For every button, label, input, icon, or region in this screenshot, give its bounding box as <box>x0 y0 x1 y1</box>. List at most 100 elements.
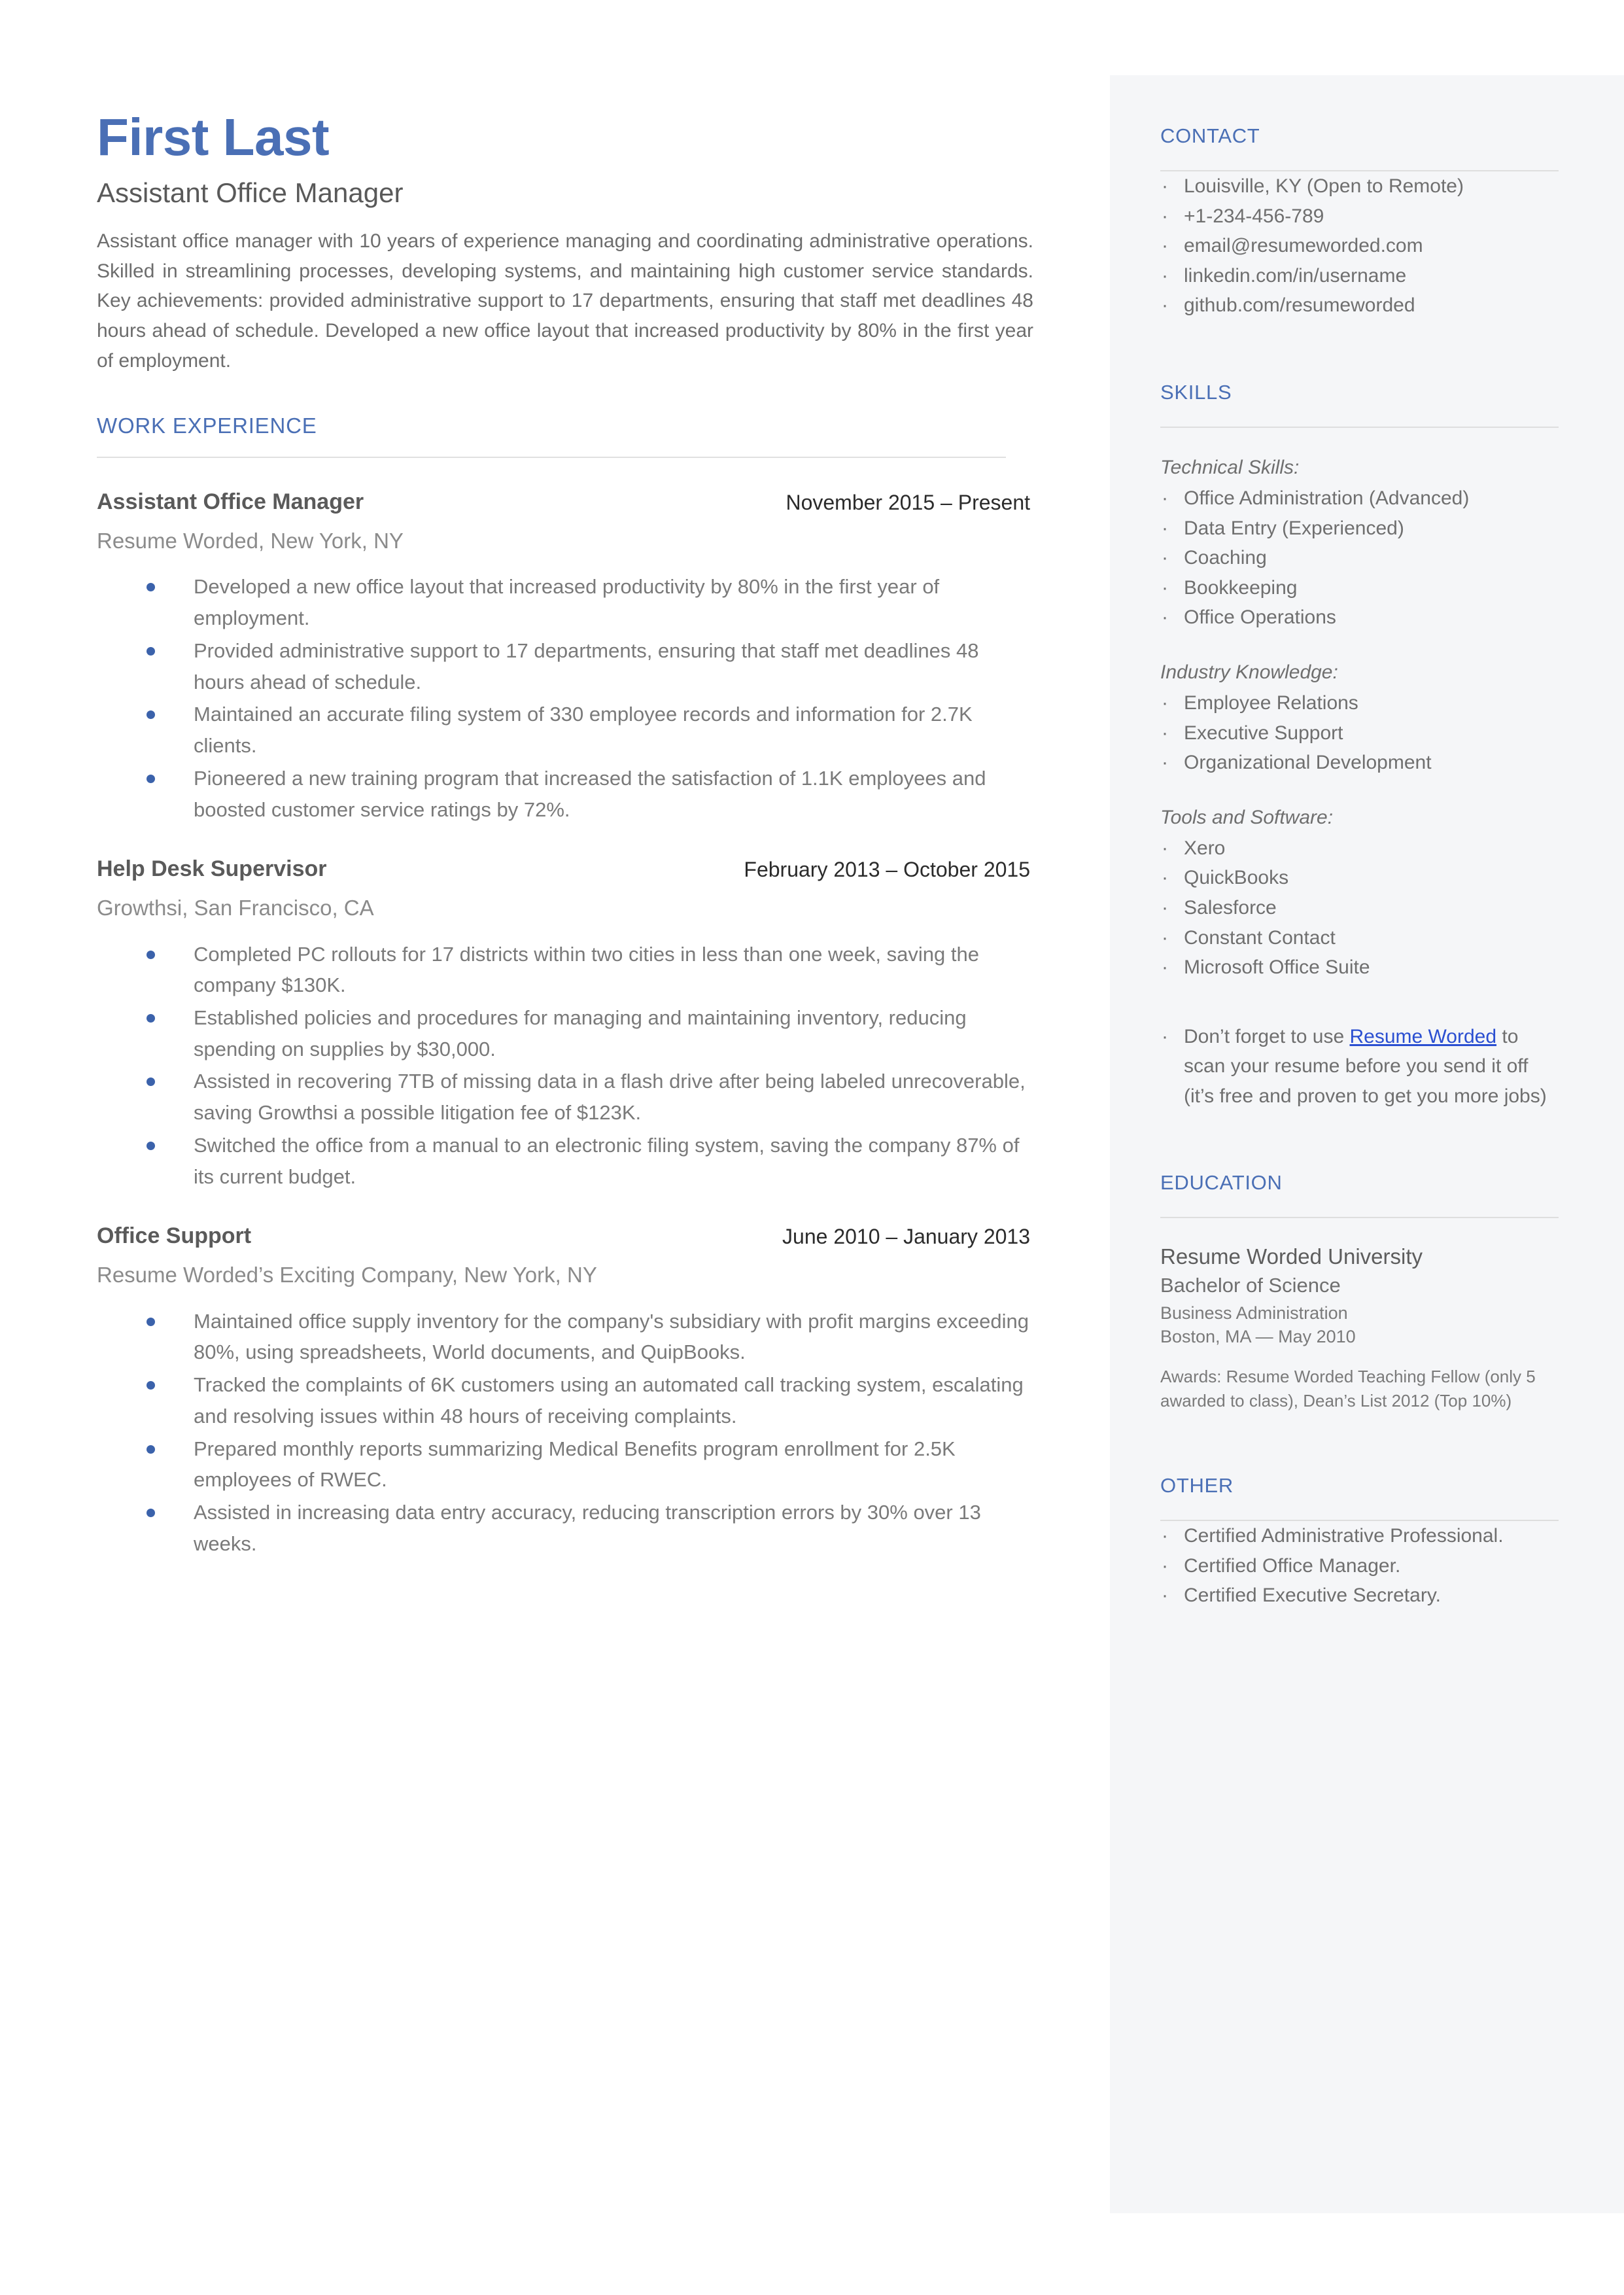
job-dates: June 2010 – January 2013 <box>782 1225 1030 1249</box>
resume-worded-link[interactable]: Resume Worded <box>1349 1026 1496 1047</box>
bullet-dot-icon: · <box>1162 692 1168 714</box>
bullet-dot-icon: · <box>1162 235 1168 257</box>
job-bullet-label: Switched the office from a manual to an … <box>194 1133 1020 1188</box>
contact-list: · Louisville, KY (Open to Remote) · +1-23… <box>1160 171 1559 321</box>
bullet-dot-icon <box>147 1381 155 1390</box>
job-bullet-label: Assisted in increasing data entry accura… <box>194 1501 981 1555</box>
job-dates: February 2013 – October 2015 <box>744 858 1030 882</box>
job-bullet: Tracked the complaints of 6K customers u… <box>97 1369 1033 1431</box>
education-degree: Bachelor of Science <box>1160 1274 1341 1297</box>
bullet-dot-icon: · <box>1162 294 1168 317</box>
sidebar-section-skills: SKILLS Technical Skills: · Office Adminis… <box>1160 381 1559 1112</box>
bullet-dot-icon: · <box>1162 926 1168 949</box>
sidebar: CONTACT · Louisville, KY (Open to Remote… <box>1110 75 1624 2213</box>
job-bullet: Established policies and procedures for … <box>97 1002 1033 1064</box>
list-item: · Office Operations <box>1160 603 1559 633</box>
bullet-dot-icon: · <box>1162 606 1168 629</box>
skill-list: · Employee Relations · Executive Support ·… <box>1160 688 1559 778</box>
skill-list: · Office Administration (Advanced) · Data… <box>1160 483 1559 633</box>
list-item-label: Certified Administrative Professional. <box>1184 1524 1504 1547</box>
list-item-label: Louisville, KY (Open to Remote) <box>1184 175 1464 197</box>
job-bullet: Prepared monthly reports summarizing Med… <box>97 1433 1033 1496</box>
bullet-dot-icon <box>147 1014 155 1023</box>
list-item: · QuickBooks <box>1160 863 1559 893</box>
bullet-dot-icon <box>147 646 155 656</box>
bullet-dot-icon <box>147 1445 155 1454</box>
job-bullet-label: Provided administrative support to 17 de… <box>194 639 979 693</box>
education-field: Business Administration <box>1160 1303 1348 1323</box>
bullet-dot-icon: · <box>1162 837 1168 859</box>
list-item-label: Xero <box>1184 837 1226 859</box>
bullet-dot-icon: · <box>1162 264 1168 287</box>
bullet-dot-icon <box>147 1141 155 1150</box>
list-item-label: Office Administration (Advanced) <box>1184 487 1470 509</box>
list-item-label: +1-234-456-789 <box>1184 205 1324 227</box>
list-item: · email@resumeworded.com <box>1160 231 1559 261</box>
list-item-label: Organizational Development <box>1184 752 1432 774</box>
list-item-label: QuickBooks <box>1184 867 1289 889</box>
job-bullet-label: Maintained office supply inventory for t… <box>194 1309 1029 1364</box>
job-header-row: Assistant Office Manager November 2015 – … <box>97 489 1033 518</box>
skill-list: · Xero · QuickBooks · Salesforce · Constant… <box>1160 833 1559 983</box>
work-experience-entry: Assistant Office Manager November 2015 – … <box>97 489 1033 825</box>
headline-job-title: Assistant Office Manager <box>97 177 404 208</box>
bullet-dot-icon: · <box>1162 752 1168 774</box>
job-bullet: Pioneered a new training program that in… <box>97 763 1033 825</box>
list-item-label: Certified Office Manager. <box>1184 1554 1401 1577</box>
list-item: · Employee Relations <box>1160 688 1559 718</box>
list-item-label: Data Entry (Experienced) <box>1184 517 1404 539</box>
list-item: · Certified Administrative Professional. <box>1160 1521 1559 1551</box>
job-bullet-list: Maintained office supply inventory for t… <box>97 1306 1033 1560</box>
job-role: Office Support <box>97 1223 252 1249</box>
list-item: · Salesforce <box>1160 893 1559 923</box>
list-item-label: Office Operations <box>1184 606 1336 629</box>
list-item-label: Coaching <box>1184 547 1267 569</box>
job-dates: November 2015 – Present <box>786 491 1030 515</box>
job-company: Resume Worded’s Exciting Company, New Yo… <box>97 1263 597 1288</box>
job-bullet: Switched the office from a manual to an … <box>97 1130 1033 1192</box>
list-item-label: linkedin.com/in/username <box>1184 264 1407 287</box>
list-item: · Executive Support <box>1160 718 1559 748</box>
education-location: Boston, MA — May 2010 <box>1160 1326 1356 1346</box>
job-bullet-label: Maintained an accurate filing system of … <box>194 703 973 758</box>
skills-heading: SKILLS <box>1160 380 1232 404</box>
other-list: · Certified Administrative Professional.… <box>1160 1521 1559 1611</box>
bullet-dot-icon: · <box>1162 576 1168 599</box>
list-item-label: Certified Executive Secretary. <box>1184 1585 1441 1607</box>
list-item: · +1-234-456-789 <box>1160 201 1559 232</box>
job-company: Growthsi, San Francisco, CA <box>97 896 374 920</box>
skills-divider <box>1160 426 1559 428</box>
job-bullet-label: Prepared monthly reports summarizing Med… <box>194 1437 956 1492</box>
skill-groups: Technical Skills: · Office Administration… <box>1160 453 1559 983</box>
list-item-label: Bookkeeping <box>1184 576 1298 599</box>
professional-summary: Assistant office manager with 10 years o… <box>97 230 1033 372</box>
sidebar-section-contact: CONTACT · Louisville, KY (Open to Remote… <box>1160 124 1559 321</box>
education-entry: Resume Worded University Bachelor of Sci… <box>1160 1243 1559 1414</box>
skill-group: Industry Knowledge: · Employee Relations ·… <box>1160 657 1559 778</box>
skill-group-label: Tools and Software: <box>1160 806 1334 828</box>
bullet-dot-icon <box>147 1509 155 1518</box>
contact-heading: CONTACT <box>1160 124 1260 147</box>
bullet-dot-icon: · <box>1162 956 1168 979</box>
education-awards: Awards: Resume Worded Teaching Fellow (o… <box>1160 1366 1536 1411</box>
job-bullet: Developed a new office layout that incre… <box>97 571 1033 633</box>
job-bullet-label: Assisted in recovering 7TB of missing da… <box>194 1070 1026 1125</box>
bullet-dot-icon: · <box>1162 487 1168 509</box>
work-experience-list: Assistant Office Manager November 2015 – … <box>97 489 1033 1559</box>
work-experience-entry: Help Desk Supervisor February 2013 – Octo… <box>97 856 1033 1192</box>
list-item: · Certified Executive Secretary. <box>1160 1581 1559 1611</box>
work-experience-divider <box>97 457 1006 459</box>
job-bullet-list: Completed PC rollouts for 17 districts w… <box>97 939 1033 1193</box>
job-company: Resume Worded, New York, NY <box>97 529 404 553</box>
bullet-dot-icon: · <box>1162 896 1168 919</box>
list-item: · Microsoft Office Suite <box>1160 953 1559 983</box>
job-bullet: Maintained office supply inventory for t… <box>97 1306 1033 1368</box>
bullet-dot-icon: · <box>1162 1554 1168 1577</box>
bullet-dot-icon <box>147 774 155 783</box>
job-bullet: Provided administrative support to 17 de… <box>97 635 1033 697</box>
list-item: · linkedin.com/in/username <box>1160 261 1559 291</box>
job-bullet: Completed PC rollouts for 17 districts w… <box>97 939 1033 1001</box>
list-item-label: Constant Contact <box>1184 926 1336 949</box>
education-school: Resume Worded University <box>1160 1244 1423 1269</box>
list-item-label: Executive Support <box>1184 722 1343 744</box>
